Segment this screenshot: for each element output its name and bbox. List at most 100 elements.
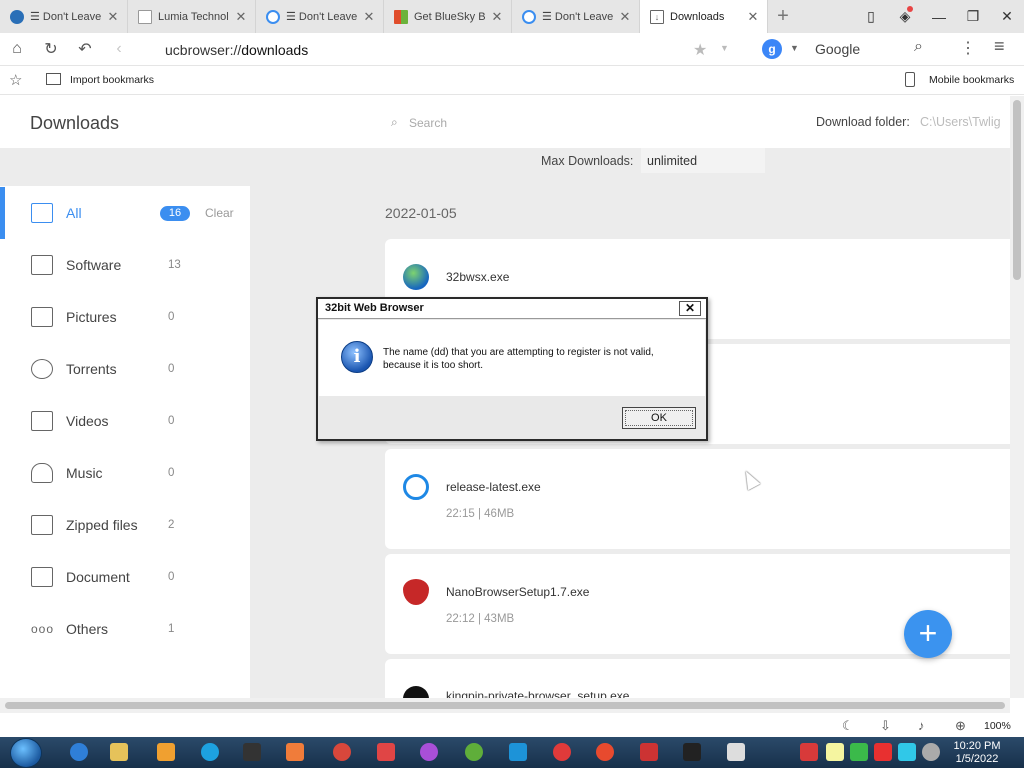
add-download-button[interactable]: + xyxy=(904,610,952,658)
maximize-button[interactable]: ❐ xyxy=(956,0,990,33)
extensions-icon[interactable]: ◈ xyxy=(888,0,922,33)
chevron-down-icon[interactable]: ▼ xyxy=(790,43,799,53)
vertical-scrollbar[interactable] xyxy=(1010,96,1024,698)
max-downloads-select[interactable]: unlimited xyxy=(641,148,765,173)
clear-button[interactable]: Clear xyxy=(205,206,234,220)
app-icon[interactable] xyxy=(377,743,395,761)
internet-explorer-icon[interactable] xyxy=(70,743,88,761)
tray-icon[interactable] xyxy=(826,743,844,761)
category-label: Videos xyxy=(66,413,109,429)
category-count: 13 xyxy=(168,259,181,271)
category-videos[interactable]: Videos 0 xyxy=(0,395,250,447)
close-tab-icon[interactable]: ✕ xyxy=(491,9,503,25)
category-music[interactable]: Music 0 xyxy=(0,447,250,499)
dialog-close-button[interactable]: ✕ xyxy=(679,301,701,316)
download-folder-path[interactable]: C:\Users\Twlig xyxy=(920,115,1010,129)
category-torrents[interactable]: Torrents 0 xyxy=(0,343,250,395)
mobile-bookmarks-link[interactable]: Mobile bookmarks xyxy=(929,74,1014,86)
file-name: kingpin-private-browser_setup.exe xyxy=(446,689,630,698)
scroll-thumb[interactable] xyxy=(5,702,1005,709)
app-icon[interactable] xyxy=(553,743,571,761)
app-icon[interactable] xyxy=(727,743,745,761)
category-zipped-files[interactable]: Zipped files 2 xyxy=(0,499,250,551)
back-icon[interactable]: ‹ xyxy=(102,33,136,66)
system-clock[interactable]: 10:20 PM 1/5/2022 xyxy=(946,740,1008,766)
skype-icon[interactable] xyxy=(201,743,219,761)
search-icon[interactable]: ⌕ xyxy=(914,38,923,56)
category-label: Music xyxy=(66,465,103,481)
close-tab-icon[interactable]: ✕ xyxy=(747,9,759,25)
undo-icon[interactable]: ↶ xyxy=(68,33,102,66)
category-count: 0 xyxy=(168,363,175,375)
download-item[interactable]: release-latest.exe 22:15 | 46MB xyxy=(385,449,1010,549)
close-tab-icon[interactable]: ✕ xyxy=(619,9,631,25)
url-path: downloads xyxy=(241,42,309,58)
download-item[interactable]: kingpin-private-browser_setup.exe xyxy=(385,659,1010,698)
home-icon[interactable]: ⌂ xyxy=(0,33,34,66)
close-tab-icon[interactable]: ✕ xyxy=(363,9,375,25)
tab-overview-icon[interactable]: ▯ xyxy=(854,0,888,33)
import-bookmarks-link[interactable]: Import bookmarks xyxy=(70,74,154,86)
tray-icon[interactable] xyxy=(850,743,868,761)
category-all[interactable]: All 16 Clear xyxy=(0,187,250,239)
app-icon[interactable] xyxy=(683,743,701,761)
file-explorer-icon[interactable] xyxy=(110,743,128,761)
tab-1[interactable]: ☰ Don't Leave Y ✕ xyxy=(0,0,128,33)
tab-downloads[interactable]: ↓ Downloads ✕ xyxy=(640,0,768,33)
error-dialog: 32bit Web Browser ✕ i The name (dd) that… xyxy=(316,297,708,441)
category-pictures[interactable]: Pictures 0 xyxy=(0,291,250,343)
app-icon[interactable] xyxy=(509,743,527,761)
downloads-search-input[interactable]: Search xyxy=(409,116,447,130)
download-manager-icon[interactable]: ⇩ xyxy=(880,718,891,734)
tray-icon[interactable] xyxy=(800,743,818,761)
zoom-icon[interactable]: ⊕ xyxy=(955,718,966,734)
app-icon[interactable] xyxy=(243,743,261,761)
video-play-icon xyxy=(31,411,53,431)
more-options-icon[interactable]: ⋮ xyxy=(960,38,976,58)
browser-icon[interactable] xyxy=(420,743,438,761)
close-window-button[interactable]: ✕ xyxy=(990,0,1024,33)
url-scheme: ucbrowser:// xyxy=(165,42,242,58)
category-others[interactable]: ooo Others 1 xyxy=(0,603,250,655)
app-icon[interactable] xyxy=(640,743,658,761)
tray-icon[interactable] xyxy=(874,743,892,761)
category-document[interactable]: Document 0 xyxy=(0,551,250,603)
scroll-thumb[interactable] xyxy=(1013,100,1021,280)
tab-2[interactable]: Lumia Technol ✕ xyxy=(128,0,256,33)
reload-icon[interactable]: ↻ xyxy=(34,33,68,66)
dots-icon: ooo xyxy=(31,622,55,636)
category-software[interactable]: Software 13 xyxy=(0,239,250,291)
download-app-icon[interactable] xyxy=(596,743,614,761)
app-icon[interactable] xyxy=(465,743,483,761)
file-name: 32bwsx.exe xyxy=(446,270,510,284)
zoom-level[interactable]: 100% xyxy=(984,720,1011,732)
search-engine-icon[interactable]: g xyxy=(762,39,782,59)
window-controls: ▯ ◈ — ❐ ✕ xyxy=(854,0,1024,33)
close-tab-icon[interactable]: ✕ xyxy=(107,9,119,25)
new-tab-button[interactable]: + xyxy=(768,0,798,33)
start-button[interactable] xyxy=(10,738,42,768)
volume-icon[interactable]: ♪ xyxy=(918,718,925,733)
tab-5[interactable]: ☰ Don't Leave Y ✕ xyxy=(512,0,640,33)
search-engine-name[interactable]: Google xyxy=(815,41,860,57)
horizontal-scrollbar[interactable] xyxy=(0,698,1010,713)
minimize-button[interactable]: — xyxy=(922,0,956,33)
uc-browser-icon[interactable] xyxy=(286,743,304,761)
network-icon[interactable] xyxy=(898,743,916,761)
media-player-icon[interactable] xyxy=(157,743,175,761)
close-tab-icon[interactable]: ✕ xyxy=(235,9,247,25)
ok-button[interactable]: OK xyxy=(622,407,696,429)
tab-3[interactable]: ☰ Don't Leave Y ✕ xyxy=(256,0,384,33)
tab-4[interactable]: Get BlueSky B ✕ xyxy=(384,0,512,33)
search-icon: ⌕ xyxy=(391,115,398,129)
bookmark-star-icon[interactable]: ★ xyxy=(693,40,707,60)
url-field[interactable]: ucbrowser://downloads xyxy=(165,42,308,58)
chrome-icon[interactable] xyxy=(333,743,351,761)
night-mode-icon[interactable]: ☾ xyxy=(842,718,854,734)
bookmarks-star-icon[interactable]: ☆ xyxy=(9,71,22,89)
chevron-down-icon[interactable]: ▼ xyxy=(720,43,729,53)
volume-tray-icon[interactable] xyxy=(922,743,940,761)
notification-dot xyxy=(907,6,913,12)
category-label: Others xyxy=(66,621,109,637)
hamburger-menu-icon[interactable]: ≡ xyxy=(994,36,1005,57)
